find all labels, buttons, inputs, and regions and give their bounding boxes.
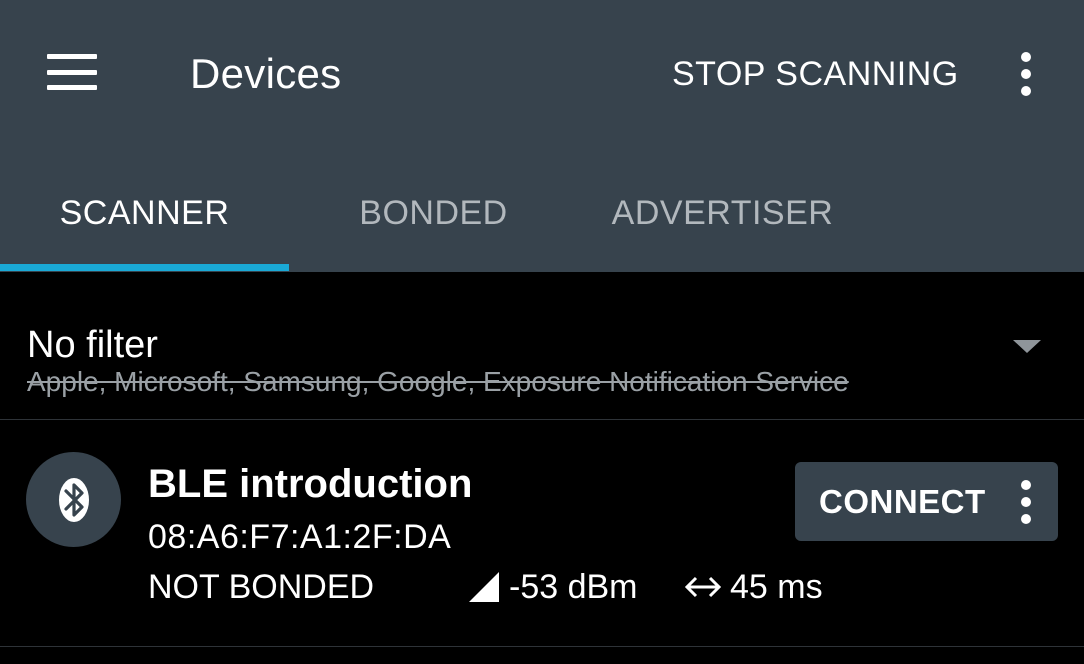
interval-value: 45 ms	[730, 567, 823, 606]
more-vert-icon[interactable]	[1011, 476, 1041, 528]
rssi-value: -53 dBm	[509, 567, 638, 606]
bond-state: NOT BONDED	[148, 568, 375, 606]
device-name: BLE introduction	[148, 462, 473, 506]
divider	[0, 646, 1084, 647]
connect-button[interactable]: CONNECT	[795, 462, 1058, 541]
arrow-drop-down-icon	[1013, 340, 1041, 353]
device-address: 08:A6:F7:A1:2F:DA	[148, 518, 452, 556]
app-window: Devices STOP SCANNING SCANNER BONDED ADV…	[0, 0, 1084, 664]
tab-bonded[interactable]: BONDED	[289, 160, 578, 266]
tab-advertiser[interactable]: ADVERTISER	[578, 160, 867, 266]
tab-indicator	[0, 264, 289, 271]
hamburger-menu-icon[interactable]	[36, 38, 108, 106]
signal-strength-icon	[469, 572, 499, 602]
rssi-indicator: -53 dBm	[467, 566, 638, 608]
filter-selector[interactable]: No filter Apple, Microsoft, Samsung, Goo…	[0, 272, 1084, 418]
filter-excluded-list: Apple, Microsoft, Samsung, Google, Expos…	[27, 366, 849, 397]
app-bar: Devices STOP SCANNING SCANNER BONDED ADV…	[0, 0, 1084, 272]
list-item[interactable]: BLE introduction 08:A6:F7:A1:2F:DA NOT B…	[0, 420, 1084, 646]
connect-button-label: CONNECT	[819, 483, 986, 520]
more-vert-icon[interactable]	[1000, 44, 1052, 104]
stop-scanning-button[interactable]: STOP SCANNING	[660, 46, 971, 102]
filter-title: No filter	[27, 324, 158, 366]
tab-scanner[interactable]: SCANNER	[0, 160, 289, 266]
left-right-arrow-icon	[684, 576, 722, 598]
bluetooth-icon	[26, 452, 121, 547]
page-title: Devices	[190, 50, 342, 97]
tab-bar: SCANNER BONDED ADVERTISER	[0, 160, 1084, 272]
interval-indicator: 45 ms	[684, 566, 823, 608]
